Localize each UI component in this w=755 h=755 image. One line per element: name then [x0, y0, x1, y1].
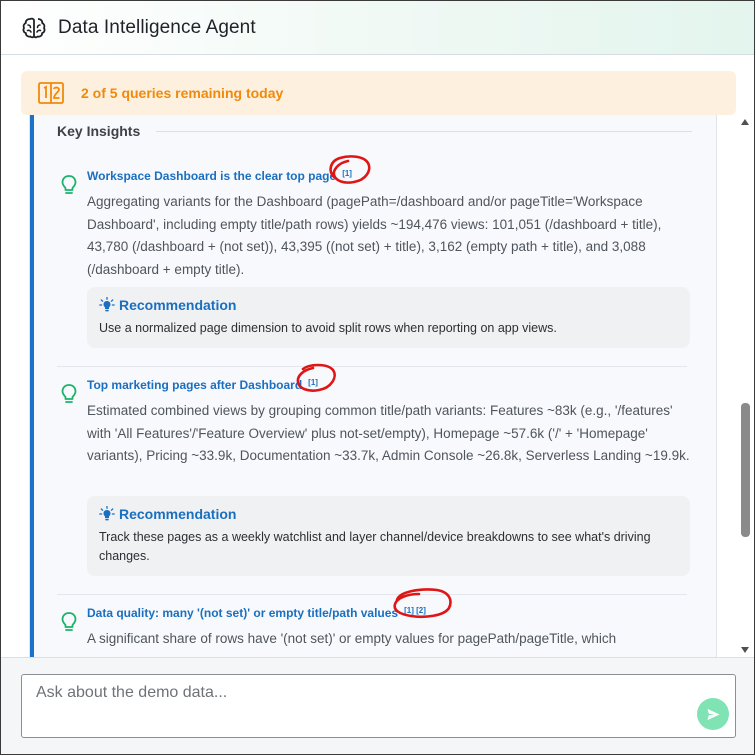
recommendation-text: Track these pages as a weekly watchlist …	[99, 530, 651, 563]
recommendation-box: Recommendation Track these pages as a we…	[87, 496, 690, 576]
message-input[interactable]	[22, 675, 735, 737]
section-title: Key Insights	[57, 123, 141, 139]
quota-banner: 2 of 5 queries remaining today	[21, 71, 736, 115]
insight-title-text: Top marketing pages after Dashboard	[87, 378, 303, 392]
scroll-up-arrow-icon[interactable]	[741, 119, 749, 125]
quota-text: 2 of 5 queries remaining today	[81, 85, 284, 101]
insights-card: Key Insights Workspace Dashboard is the …	[29, 115, 717, 657]
recommendation-text: Use a normalized page dimension to avoid…	[99, 321, 557, 335]
idea-icon	[99, 506, 115, 521]
insight-divider	[57, 366, 687, 367]
recommendation-label: Recommendation	[119, 297, 237, 313]
recommendation-header: Recommendation	[99, 506, 678, 522]
insight-body: Aggregating variants for the Dashboard (…	[87, 194, 662, 277]
section-header: Key Insights	[57, 123, 692, 139]
insight-title-text: Workspace Dashboard is the clear top pag…	[87, 169, 337, 183]
brain-icon	[22, 17, 46, 38]
recommendation-label: Recommendation	[119, 506, 237, 522]
lightbulb-icon	[61, 612, 77, 631]
lightbulb-icon	[61, 175, 77, 194]
counter-icon	[38, 82, 64, 104]
recommendation-header: Recommendation	[99, 297, 678, 313]
idea-icon	[99, 297, 115, 312]
card-accent-bar	[30, 115, 34, 657]
scrollbar-thumb[interactable]	[741, 403, 750, 537]
insight-body: A significant share of rows have '(not s…	[87, 631, 617, 646]
vertical-scrollbar[interactable]	[737, 115, 754, 657]
citation-link[interactable]: [1]	[342, 169, 352, 178]
insight-body: Estimated combined views by grouping com…	[87, 403, 690, 464]
chat-scroll-area[interactable]: Key Insights Workspace Dashboard is the …	[21, 115, 736, 657]
scroll-down-arrow-icon[interactable]	[741, 647, 749, 653]
app-title: Data Intelligence Agent	[58, 16, 256, 38]
insight-title: Top marketing pages after Dashboard [1]	[87, 378, 318, 392]
citation-link[interactable]: [1]	[308, 378, 318, 387]
insight-title: Workspace Dashboard is the clear top pag…	[87, 169, 352, 183]
insight-title-text: Data quality: many '(not set)' or empty …	[87, 606, 399, 620]
agent-window: Data Intelligence Agent 2 of 5 queries r…	[0, 0, 755, 755]
section-divider	[156, 130, 692, 132]
citation-link[interactable]: [1] [2]	[404, 606, 426, 615]
insight-title: Data quality: many '(not set)' or empty …	[87, 606, 426, 620]
send-icon	[706, 708, 720, 720]
lightbulb-icon	[61, 384, 77, 403]
recommendation-box: Recommendation Use a normalized page dim…	[87, 287, 690, 348]
send-button[interactable]	[697, 698, 729, 730]
insight-divider	[57, 594, 687, 595]
app-header: Data Intelligence Agent	[1, 1, 754, 55]
message-composer	[21, 674, 736, 738]
